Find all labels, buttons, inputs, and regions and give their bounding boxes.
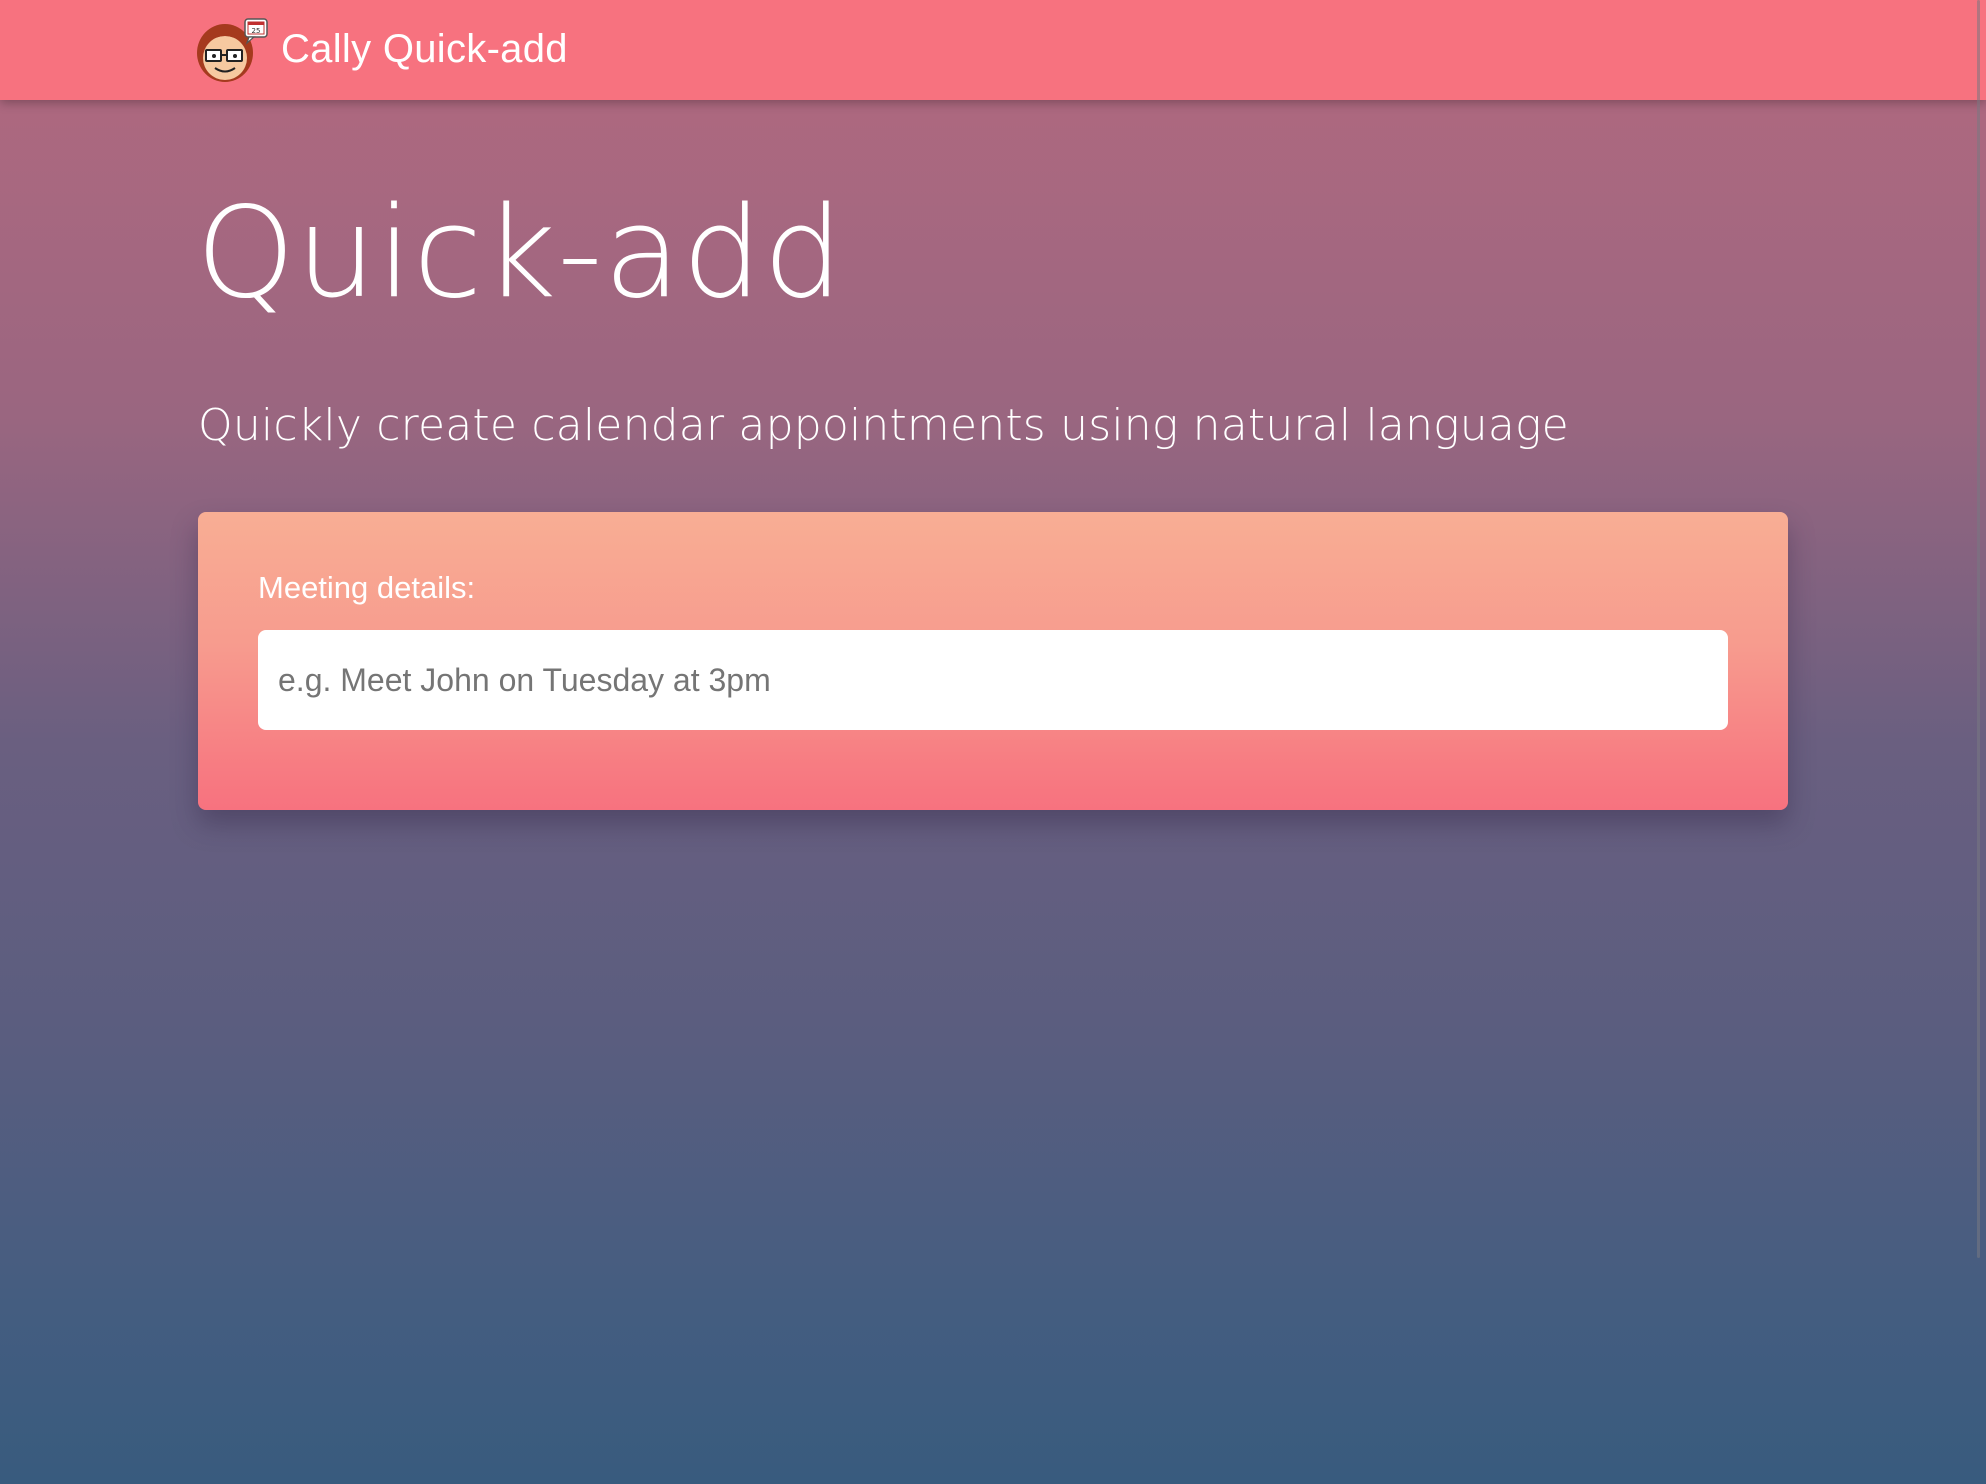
brand[interactable]: 25 Cally Quick-add: [195, 16, 568, 82]
cartoon-face-logo-icon: 25: [195, 16, 275, 82]
meeting-form-card: Meeting details:: [198, 512, 1788, 810]
meeting-details-label: Meeting details:: [258, 570, 476, 605]
scrollbar-thumb[interactable]: [1977, 0, 1980, 1258]
top-navbar: 25 Cally Quick-add: [0, 0, 1986, 100]
logo-badge-text: 25: [252, 27, 261, 35]
scrollbar[interactable]: [1976, 0, 1986, 1484]
app-title[interactable]: Cally Quick-add: [281, 27, 568, 72]
page-subtitle: Quickly create calendar appointments usi…: [198, 400, 1569, 451]
page-title: Quick-add: [196, 179, 844, 326]
meeting-details-input[interactable]: [258, 630, 1728, 730]
